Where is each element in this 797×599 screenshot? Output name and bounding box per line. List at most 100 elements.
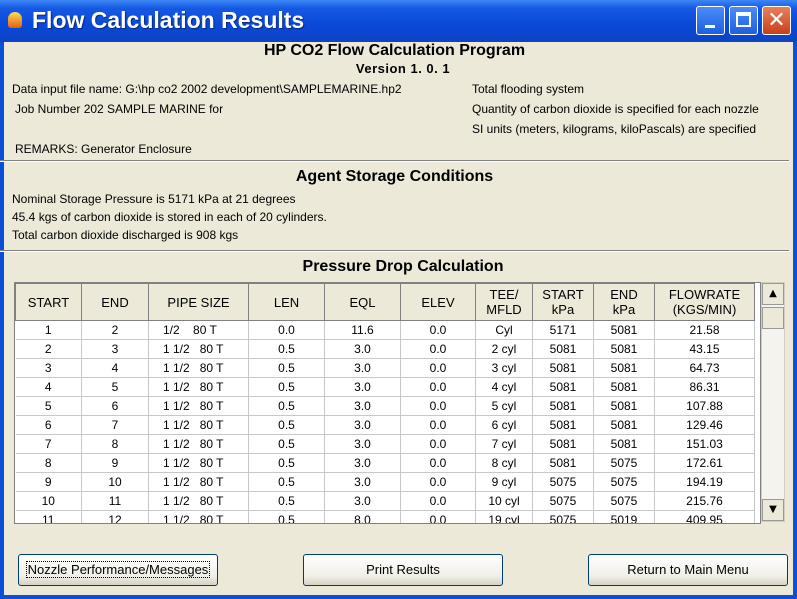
table-cell: 3.0 bbox=[324, 396, 401, 416]
column-header-line1: ELEV bbox=[421, 294, 455, 310]
maximize-icon bbox=[736, 12, 751, 27]
table-cell: 0.0 bbox=[400, 434, 476, 454]
table-cell: 5081 bbox=[593, 320, 655, 340]
table-cell: 5081 bbox=[532, 415, 594, 435]
table-row[interactable]: 341 1/2 80 T 0.5 3.0 0.0 3 cyl 5081 5081 64.73 bbox=[15, 358, 755, 378]
table-cell: 5081 bbox=[532, 453, 594, 473]
column-header: EQL bbox=[324, 283, 401, 321]
table-cell: 7 bbox=[81, 415, 149, 435]
table-cell: 0.0 bbox=[400, 415, 476, 435]
table-cell: 6 bbox=[15, 415, 82, 435]
table-row[interactable]: 9 10 1 1/2 80 T 0.5 3.0 0.0 9 cyl 5075 5075 194.1… bbox=[15, 472, 755, 492]
table-cell: 3.0 bbox=[324, 339, 401, 359]
table-cell: 0.5 bbox=[248, 472, 325, 492]
table-cell: 5081 bbox=[532, 377, 594, 397]
table-cell: 3.0 bbox=[324, 434, 401, 454]
scroll-up-button[interactable]: ▲ bbox=[762, 283, 784, 305]
table-cell: 1 1/2 80 T bbox=[148, 415, 249, 435]
column-header-line1: TEE/ bbox=[489, 287, 519, 302]
table-cell: 2 bbox=[81, 320, 149, 340]
table-cell: 19 cyl bbox=[475, 510, 533, 523]
table-cell: 10 bbox=[81, 472, 149, 492]
data-file-label: Data input file name: G:\hp co2 2002 dev… bbox=[12, 82, 402, 96]
table-cell: 1 1/2 80 T bbox=[148, 358, 249, 378]
table-cell: 107.88 bbox=[654, 396, 755, 416]
table-cell: 1 1/2 80 T bbox=[148, 453, 249, 473]
table-cell: 5019 bbox=[593, 510, 655, 523]
nozzle-performance-label: Nozzle Performance/Messages bbox=[25, 561, 211, 578]
title-bar[interactable]: Flow Calculation Results ✕ bbox=[0, 0, 797, 42]
pressure-drop-grid[interactable]: START END PIPE SIZE LEN EQL ELEV TEE/MFLD START… bbox=[14, 282, 761, 524]
table-cell: 151.03 bbox=[654, 434, 755, 454]
scroll-thumb[interactable] bbox=[762, 307, 784, 329]
table-cell: 0.5 bbox=[248, 358, 325, 378]
table-cell: 1 1/2 80 T bbox=[148, 491, 249, 511]
window-title: Flow Calculation Results bbox=[32, 7, 305, 33]
table-row[interactable]: 10 11 1 1/2 80 T 0.5 3.0 0.0 10 cyl 5075 5075 215… bbox=[15, 491, 755, 511]
table-cell: 2 cyl bbox=[475, 339, 533, 359]
table-cell: 0.0 bbox=[248, 320, 325, 340]
scroll-down-button[interactable]: ▼ bbox=[762, 499, 784, 521]
column-header-line2: MFLD bbox=[486, 302, 522, 317]
table-cell: 5081 bbox=[593, 377, 655, 397]
table-row[interactable]: 11 12 1 1/2 80 T 0.5 8.0 0.0 19 cyl 5075 5019 409… bbox=[15, 510, 755, 523]
table-row[interactable]: 671 1/2 80 T 0.5 3.0 0.0 6 cyl 5081 5081 129.46 bbox=[15, 415, 755, 435]
table-cell: 1 bbox=[15, 320, 82, 340]
table-cell: 1 1/2 80 T bbox=[148, 510, 249, 523]
table-cell: 2 bbox=[15, 339, 82, 359]
table-cell: 0.5 bbox=[248, 415, 325, 435]
table-cell: 0.0 bbox=[400, 491, 476, 511]
table-row[interactable]: 231 1/2 80 T 0.5 3.0 0.0 2 cyl 5081 5081 43.15 bbox=[15, 339, 755, 359]
column-header: TEE/MFLD bbox=[475, 283, 533, 321]
column-header-line1: PIPE SIZE bbox=[167, 294, 230, 310]
table-cell: 0.0 bbox=[400, 453, 476, 473]
table-row[interactable]: 451 1/2 80 T 0.5 3.0 0.0 4 cyl 5081 5081 86.31 bbox=[15, 377, 755, 397]
table-cell: 1 1/2 80 T bbox=[148, 339, 249, 359]
table-cell: 215.76 bbox=[654, 491, 755, 511]
table-row[interactable]: 1 2 1/2 80 T 0.0 11.6 0.0 Cyl 5171 5081 21.58 bbox=[15, 320, 755, 340]
table-cell: 1 1/2 80 T bbox=[148, 377, 249, 397]
table-cell: 9 bbox=[15, 472, 82, 492]
table-cell: 0.5 bbox=[248, 510, 325, 523]
print-results-button[interactable]: Print Results bbox=[303, 554, 503, 586]
return-main-menu-button[interactable]: Return to Main Menu bbox=[588, 554, 788, 586]
vertical-scrollbar[interactable]: ▲ ▼ bbox=[761, 282, 785, 522]
table-cell: 1 1/2 80 T bbox=[148, 396, 249, 416]
table-cell: 10 cyl bbox=[475, 491, 533, 511]
table-cell: 8.0 bbox=[324, 510, 401, 523]
table-cell: 5075 bbox=[532, 510, 594, 523]
table-cell: 3 bbox=[81, 339, 149, 359]
table-row[interactable]: 781 1/2 80 T 0.5 3.0 0.0 7 cyl 5081 5081 151.03 bbox=[15, 434, 755, 454]
table-cell: 409.95 bbox=[654, 510, 755, 523]
table-cell: 8 bbox=[81, 434, 149, 454]
table-cell: 3.0 bbox=[324, 358, 401, 378]
program-version: Version 1. 0. 1 bbox=[355, 61, 451, 76]
table-cell: 0.0 bbox=[400, 358, 476, 378]
table-cell: 5 bbox=[81, 377, 149, 397]
units-note: SI units (meters, kilograms, kiloPascals… bbox=[472, 122, 757, 136]
section-divider bbox=[0, 250, 789, 252]
maximize-button[interactable] bbox=[729, 6, 758, 35]
table-cell: 5081 bbox=[593, 358, 655, 378]
close-button[interactable]: ✕ bbox=[762, 6, 791, 35]
table-cell: 4 bbox=[81, 358, 149, 378]
table-cell: 3.0 bbox=[324, 453, 401, 473]
print-results-label: Print Results bbox=[366, 562, 440, 577]
column-header: END bbox=[81, 283, 149, 321]
table-cell: 5075 bbox=[593, 472, 655, 492]
storage-cylinders-line: 45.4 kgs of carbon dioxide is stored in … bbox=[12, 210, 327, 224]
table-cell: 5081 bbox=[532, 339, 594, 359]
nozzle-performance-button[interactable]: Nozzle Performance/Messages bbox=[18, 554, 218, 586]
table-body: 1 2 1/2 80 T 0.0 11.6 0.0 Cyl 5171 5081 21.58 2 3 1 … bbox=[15, 320, 755, 523]
table-row[interactable]: 561 1/2 80 T 0.5 3.0 0.0 5 cyl 5081 5081 107.88 bbox=[15, 396, 755, 416]
column-header: START bbox=[15, 283, 82, 321]
table-cell: 0.0 bbox=[400, 377, 476, 397]
column-header-line2: kPa bbox=[612, 302, 636, 317]
table-cell: 9 bbox=[81, 453, 149, 473]
table-cell: 172.61 bbox=[654, 453, 755, 473]
table-cell: 1/2 80 T bbox=[148, 320, 249, 340]
table-row[interactable]: 891 1/2 80 T 0.5 3.0 0.0 8 cyl 5081 5075 172.61 bbox=[15, 453, 755, 473]
minimize-button[interactable] bbox=[696, 6, 725, 35]
table-cell: 4 cyl bbox=[475, 377, 533, 397]
table-cell: 5081 bbox=[593, 434, 655, 454]
